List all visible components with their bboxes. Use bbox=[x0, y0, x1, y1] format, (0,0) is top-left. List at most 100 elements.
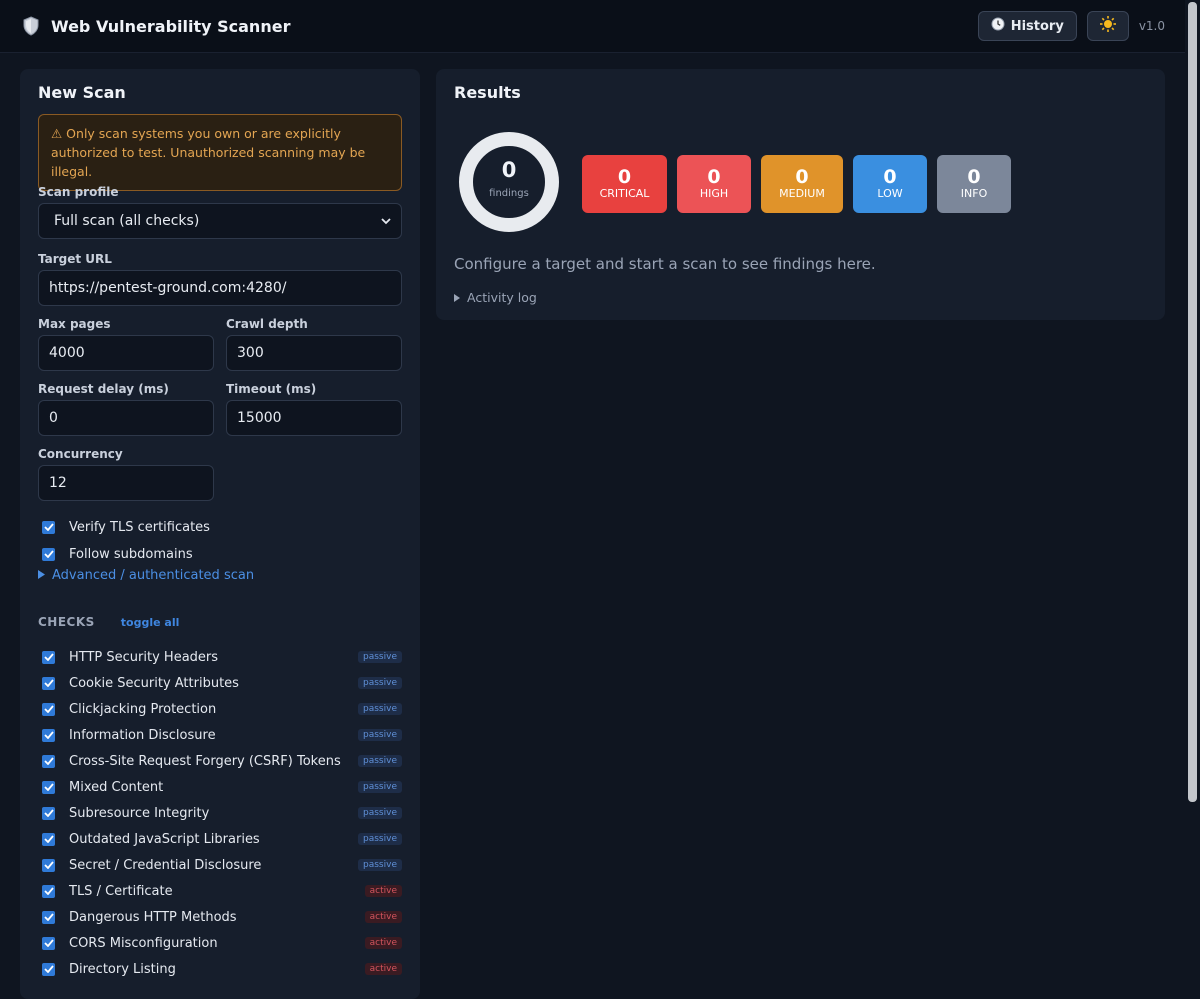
severity-info-tile[interactable]: 0 INFO bbox=[937, 155, 1011, 213]
severity-label: LOW bbox=[877, 187, 903, 200]
follow-subdomains-label: Follow subdomains bbox=[69, 546, 193, 562]
severity-high-tile[interactable]: 0 HIGH bbox=[677, 155, 751, 213]
findings-ring: 0 findings bbox=[458, 131, 560, 233]
findings-total-label: findings bbox=[489, 188, 529, 199]
check-item[interactable]: CORS Misconfiguration active bbox=[38, 930, 402, 956]
request-delay-label: Request delay (ms) bbox=[38, 382, 169, 396]
theme-toggle-button[interactable] bbox=[1086, 11, 1129, 41]
check-item[interactable]: Clickjacking Protection passive bbox=[38, 696, 402, 722]
check-item[interactable]: Mixed Content passive bbox=[38, 774, 402, 800]
severity-label: CRITICAL bbox=[599, 187, 650, 200]
version-label: v1.0 bbox=[1138, 19, 1165, 33]
check-checkbox[interactable] bbox=[42, 702, 55, 716]
check-type-badge: passive bbox=[358, 729, 402, 741]
check-checkbox[interactable] bbox=[42, 650, 55, 664]
results-panel: Results 0 findings 0 CRITICAL 0 HIGH 0 MEDIUM… bbox=[436, 69, 1165, 320]
check-item[interactable]: Cross-Site Request Forgery (CSRF) Tokens… bbox=[38, 748, 402, 774]
check-type-badge: passive bbox=[358, 651, 402, 663]
check-checkbox[interactable] bbox=[42, 936, 55, 950]
check-label: Subresource Integrity bbox=[69, 805, 210, 821]
check-label: Secret / Credential Disclosure bbox=[69, 857, 262, 873]
check-checkbox[interactable] bbox=[42, 832, 55, 846]
check-item[interactable]: HTTP Security Headers passive bbox=[38, 644, 402, 670]
check-label: Dangerous HTTP Methods bbox=[69, 909, 237, 925]
timeout-input[interactable]: 15000 bbox=[226, 400, 402, 436]
follow-subdomains-checkbox[interactable] bbox=[42, 547, 55, 561]
check-checkbox[interactable] bbox=[42, 884, 55, 898]
scrollbar-thumb[interactable] bbox=[1188, 2, 1197, 802]
check-item[interactable]: Information Disclosure passive bbox=[38, 722, 402, 748]
severity-count: 0 bbox=[967, 166, 981, 188]
verify-tls-label: Verify TLS certificates bbox=[69, 519, 210, 535]
check-type-badge: passive bbox=[358, 755, 402, 767]
check-type-badge: passive bbox=[358, 703, 402, 715]
check-type-badge: active bbox=[364, 963, 402, 975]
check-checkbox[interactable] bbox=[42, 676, 55, 690]
check-checkbox[interactable] bbox=[42, 910, 55, 924]
check-checkbox[interactable] bbox=[42, 780, 55, 794]
check-label: TLS / Certificate bbox=[69, 883, 173, 899]
check-item[interactable]: Outdated JavaScript Libraries passive bbox=[38, 826, 402, 852]
check-item[interactable]: Subresource Integrity passive bbox=[38, 800, 402, 826]
verify-tls-checkbox[interactable] bbox=[42, 520, 55, 534]
check-type-badge: passive bbox=[358, 807, 402, 819]
history-button[interactable]: History bbox=[977, 11, 1077, 41]
app-title: Web Vulnerability Scanner bbox=[51, 16, 291, 36]
check-type-badge: passive bbox=[358, 781, 402, 793]
check-type-badge: passive bbox=[358, 859, 402, 871]
history-label: History bbox=[1010, 18, 1064, 34]
check-label: Information Disclosure bbox=[69, 727, 216, 743]
severity-label: MEDIUM bbox=[779, 187, 825, 200]
check-checkbox[interactable] bbox=[42, 728, 55, 742]
concurrency-input[interactable]: 12 bbox=[38, 465, 214, 501]
scan-profile-label: Scan profile bbox=[38, 185, 119, 199]
toggle-all-link[interactable]: toggle all bbox=[121, 616, 180, 629]
max-pages-input[interactable]: 4000 bbox=[38, 335, 214, 371]
caret-right-icon bbox=[38, 568, 45, 583]
severity-low-tile[interactable]: 0 LOW bbox=[853, 155, 927, 213]
check-item[interactable]: Directory Listing active bbox=[38, 956, 402, 982]
check-label: CORS Misconfiguration bbox=[69, 935, 218, 951]
check-item[interactable]: Dangerous HTTP Methods active bbox=[38, 904, 402, 930]
severity-label: INFO bbox=[960, 187, 988, 200]
request-delay-input[interactable]: 0 bbox=[38, 400, 214, 436]
advanced-scan-toggle[interactable]: Advanced / authenticated scan bbox=[38, 568, 254, 583]
check-checkbox[interactable] bbox=[42, 806, 55, 820]
activity-log-toggle[interactable]: Activity log bbox=[454, 290, 537, 305]
check-label: Outdated JavaScript Libraries bbox=[69, 831, 260, 847]
check-type-badge: active bbox=[364, 911, 402, 923]
clock-icon bbox=[991, 17, 1005, 35]
crawl-depth-label: Crawl depth bbox=[226, 317, 308, 331]
check-item[interactable]: Secret / Credential Disclosure passive bbox=[38, 852, 402, 878]
results-title: Results bbox=[454, 83, 521, 102]
crawl-depth-input[interactable]: 300 bbox=[226, 335, 402, 371]
check-type-badge: active bbox=[364, 885, 402, 897]
follow-subdomains-checkbox-row[interactable]: Follow subdomains bbox=[38, 541, 402, 567]
checks-list: HTTP Security Headers passive Cookie Secur… bbox=[38, 644, 402, 982]
activity-log-label: Activity log bbox=[467, 290, 537, 305]
verify-tls-checkbox-row[interactable]: Verify TLS certificates bbox=[38, 514, 402, 540]
max-pages-label: Max pages bbox=[38, 317, 111, 331]
severity-label: HIGH bbox=[699, 187, 729, 200]
check-item[interactable]: Cookie Security Attributes passive bbox=[38, 670, 402, 696]
shield-icon bbox=[20, 15, 42, 37]
target-url-label: Target URL bbox=[38, 252, 112, 266]
check-checkbox[interactable] bbox=[42, 754, 55, 768]
advanced-scan-label: Advanced / authenticated scan bbox=[52, 568, 255, 583]
check-label: HTTP Security Headers bbox=[69, 649, 219, 665]
check-item[interactable]: TLS / Certificate active bbox=[38, 878, 402, 904]
page-scrollbar[interactable] bbox=[1185, 0, 1200, 974]
severity-critical-tile[interactable]: 0 CRITICAL bbox=[582, 155, 667, 213]
check-type-badge: passive bbox=[358, 833, 402, 845]
new-scan-panel: New Scan ⚠ Only scan systems you own or … bbox=[20, 69, 420, 999]
checks-header: CHECKS toggle all bbox=[38, 615, 179, 629]
severity-count: 0 bbox=[707, 166, 721, 188]
severity-medium-tile[interactable]: 0 MEDIUM bbox=[761, 155, 843, 213]
check-label: Mixed Content bbox=[69, 779, 164, 795]
check-checkbox[interactable] bbox=[42, 858, 55, 872]
checks-title: CHECKS bbox=[38, 615, 95, 629]
scan-profile-select[interactable]: Full scan (all checks) bbox=[38, 203, 402, 239]
new-scan-title: New Scan bbox=[38, 83, 126, 102]
target-url-input[interactable]: https://pentest-ground.com:4280/ bbox=[38, 270, 402, 306]
concurrency-label: Concurrency bbox=[38, 447, 123, 461]
